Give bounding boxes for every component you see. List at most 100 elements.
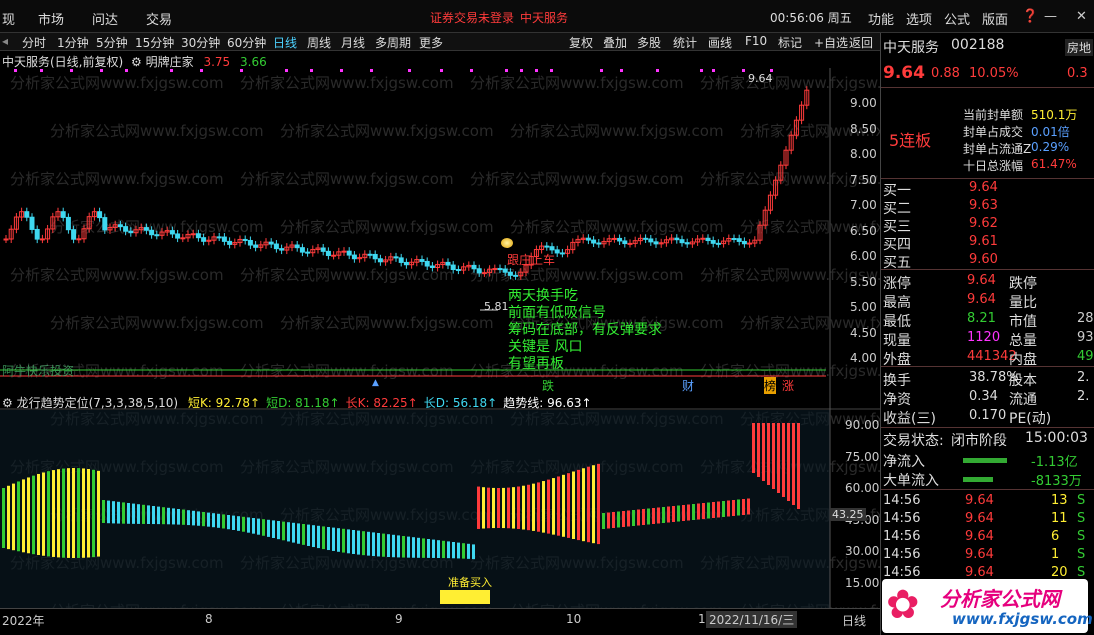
period-tab-multi[interactable]: 多周期 — [375, 34, 411, 51]
strip-label: 阿牛快乐投资 — [2, 364, 75, 378]
indicator-bar — [87, 469, 90, 558]
close-icon[interactable]: ✕ — [1076, 9, 1087, 24]
menu-item-view[interactable]: 现 — [2, 9, 15, 28]
indicator-bar — [217, 513, 220, 528]
stat-label: 流通 — [1009, 392, 1037, 408]
collapse-icon[interactable]: ◂ — [2, 34, 8, 48]
price-axis-label: 8.50 — [850, 121, 877, 136]
stat-value: 1120 — [967, 330, 1001, 345]
period-tab-day[interactable]: 日线 — [273, 34, 297, 51]
flow-label: 净流入 — [883, 454, 925, 470]
candle-body — [273, 243, 279, 250]
indicator-bar — [607, 512, 610, 529]
candle-body — [247, 239, 253, 246]
chart-canvas[interactable]: 分析家公式网www.fxjgsw.com 分析家公式网www.fxjgsw.com… — [0, 68, 880, 608]
candle-body — [3, 238, 9, 241]
signal-dot — [600, 69, 603, 72]
signal-dot — [408, 69, 411, 72]
period-label[interactable]: 日线 — [842, 612, 866, 629]
candle-body — [331, 254, 337, 257]
period-tab-5min[interactable]: 5分钟 — [96, 34, 128, 51]
logo-title: 分析家公式网 — [940, 587, 1060, 611]
indicator-bar — [342, 528, 345, 553]
indicator-bar — [497, 487, 500, 529]
login-status[interactable]: 证券交易未登录 — [430, 9, 514, 26]
indicator-bar — [472, 544, 475, 560]
indicator-bar — [92, 469, 95, 558]
period-tab-timeshare[interactable]: 分时 — [22, 34, 46, 51]
indicator-bar — [657, 507, 660, 524]
menu-item-formula[interactable]: 公式 — [944, 9, 970, 28]
period-tab-60min[interactable]: 60分钟 — [227, 34, 266, 51]
period-tab-week[interactable]: 周线 — [307, 34, 331, 51]
stat-value: 0.34 — [969, 389, 998, 404]
tick-side: S — [1077, 565, 1086, 580]
signal-dot — [620, 69, 623, 72]
candle-body — [143, 227, 149, 231]
menu-item-layout[interactable]: 版面 — [982, 9, 1008, 28]
menu-item-ask[interactable]: 问达 — [92, 9, 118, 28]
indicator-bar — [732, 500, 735, 516]
period-tab-more[interactable]: 更多 — [419, 34, 443, 51]
menu-item-function[interactable]: 功能 — [868, 9, 894, 28]
candle-body — [700, 237, 706, 240]
tick-time: 14:56 — [883, 493, 921, 508]
indicator-axis-label: 90.00 — [845, 418, 880, 432]
indicator-bar — [767, 423, 770, 485]
help-icon[interactable]: ❓ — [1022, 9, 1038, 24]
date-label: 9 — [395, 612, 403, 626]
period-tab-1min[interactable]: 1分钟 — [57, 34, 89, 51]
bid-price: 9.61 — [969, 234, 998, 249]
signal-dot — [100, 69, 103, 72]
tick-volume: 13 — [1051, 493, 1068, 508]
clock: 00:56:06 周五 — [770, 11, 852, 25]
indicator-bar — [387, 534, 390, 558]
candle-body — [39, 238, 45, 241]
period-tab-30min[interactable]: 30分钟 — [181, 34, 220, 51]
candle-body — [60, 211, 66, 218]
indicator-bar — [302, 524, 305, 545]
candle-body — [476, 268, 482, 274]
menu-item-options[interactable]: 选项 — [906, 9, 932, 28]
candle-body — [97, 211, 103, 219]
divider — [881, 269, 1094, 270]
sector-tab[interactable]: 房地 — [1065, 39, 1094, 56]
tool-back[interactable]: 返回 — [849, 34, 873, 51]
indicator-bar — [82, 468, 85, 558]
indicator-panel-name[interactable]: 龙行趋势定位(7,3,3,38,5,10) — [17, 396, 179, 410]
candle-body — [705, 237, 711, 242]
tool-overlay[interactable]: 叠加 — [603, 34, 627, 51]
indicator-name[interactable]: 明牌庄家 — [146, 55, 194, 69]
indicator-gear-icon[interactable]: ⚙ — [2, 396, 13, 410]
candle-body — [648, 238, 654, 243]
signal-dot — [240, 69, 243, 72]
indicator-bar — [777, 423, 780, 493]
menu-item-trade[interactable]: 交易 — [146, 9, 172, 28]
minimize-icon[interactable]: — — [1044, 9, 1057, 24]
tool-add-watchlist[interactable]: +自选 — [814, 34, 848, 51]
tool-f10[interactable]: F10 — [745, 34, 767, 48]
menu-item-market[interactable]: 市场 — [38, 9, 64, 28]
candle-body — [341, 250, 347, 253]
tool-multi-stock[interactable]: 多股 — [637, 34, 661, 51]
indicator-gear-icon[interactable]: ⚙ — [131, 55, 142, 69]
candle-body — [190, 233, 196, 236]
stat-label: 最高 — [883, 295, 911, 311]
signal-dot — [520, 69, 523, 72]
tick-side: S — [1077, 547, 1086, 562]
tool-draw[interactable]: 画线 — [708, 34, 732, 51]
period-tab-15min[interactable]: 15分钟 — [135, 34, 174, 51]
candle-body — [123, 226, 129, 232]
period-tab-month[interactable]: 月线 — [341, 34, 365, 51]
divider — [881, 178, 1094, 179]
tool-mark[interactable]: 标记 — [778, 34, 802, 51]
tool-stats[interactable]: 统计 — [673, 34, 697, 51]
bottom-signal-bar — [440, 590, 490, 604]
tool-restore-rights[interactable]: 复权 — [569, 34, 593, 51]
indicator-bar — [437, 540, 440, 559]
candle-body — [346, 250, 352, 256]
candle-body — [450, 264, 456, 271]
indicator-bar — [262, 519, 265, 536]
price-axis-label: 7.00 — [850, 198, 877, 212]
price-axis-label: 4.00 — [850, 351, 877, 365]
